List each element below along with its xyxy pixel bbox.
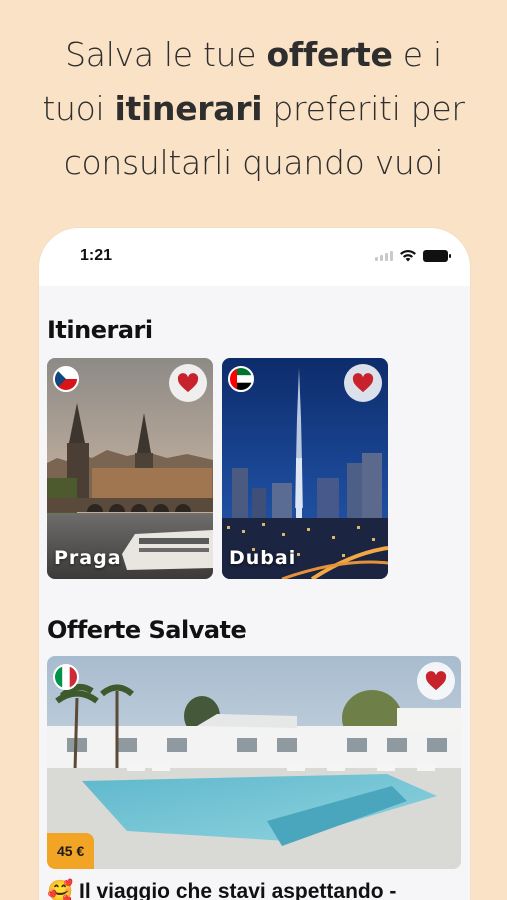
favorite-heart-button[interactable] — [344, 364, 382, 402]
headline-line-1: Salva le tue offerte e i — [65, 35, 442, 74]
promo-headline: Salva le tue offerte e i tuoi itinerari … — [0, 28, 507, 190]
uae-flag-icon — [228, 366, 254, 392]
status-time: 1:21 — [80, 247, 113, 264]
itinerary-label: Dubai — [229, 547, 297, 569]
czech-flag-icon — [53, 366, 79, 392]
signal-icon — [375, 250, 393, 261]
wifi-icon — [400, 249, 416, 262]
itineraries-title: Itinerari — [47, 316, 153, 344]
itinerary-card-dubai[interactable]: Dubai — [222, 358, 388, 579]
heart-icon — [177, 373, 199, 393]
itinerary-label: Praga — [54, 547, 122, 569]
heart-icon — [425, 671, 447, 691]
emoji-icon: 🥰 — [47, 880, 74, 900]
favorite-heart-button[interactable] — [417, 662, 455, 700]
headline-line-2: tuoi itinerari preferiti per — [42, 89, 465, 128]
headline-line-3: consultarli quando vuoi — [63, 143, 444, 182]
heart-icon — [352, 373, 374, 393]
saved-offers-title: Offerte Salvate — [47, 616, 247, 644]
price-badge: 45 € — [47, 833, 95, 869]
itinerary-card-praga[interactable]: Praga — [47, 358, 213, 579]
status-icons — [375, 249, 451, 262]
italy-flag-icon — [53, 664, 79, 690]
favorite-heart-button[interactable] — [169, 364, 207, 402]
offer-title[interactable]: 🥰 Il viaggio che stavi aspettando - — [47, 880, 396, 900]
phone-screen: 1:21 Itinerari Praga Dubai Offerte Salva… — [39, 228, 470, 900]
saved-offer-card[interactable]: 45 € — [47, 656, 461, 869]
offer-photo — [47, 656, 461, 869]
status-bar: 1:21 — [39, 228, 470, 286]
battery-icon — [423, 249, 451, 262]
